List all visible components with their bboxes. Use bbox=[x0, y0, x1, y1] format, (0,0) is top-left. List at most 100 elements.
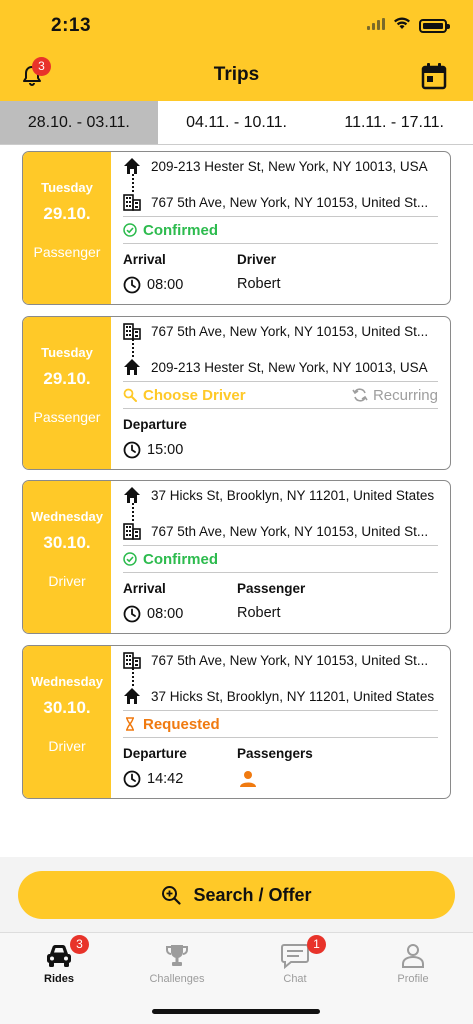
trip-card[interactable]: Wednesday 30.10. Driver 767 5th Ave, New… bbox=[22, 645, 451, 799]
status-icons bbox=[367, 16, 450, 35]
origin-address: 767 5th Ave, New York, NY 10153, United … bbox=[123, 321, 438, 341]
time-label: Departure bbox=[123, 417, 187, 432]
trip-card[interactable]: Tuesday 29.10. Passenger 209-213 Hester … bbox=[22, 151, 451, 305]
divider bbox=[123, 216, 438, 217]
trip-day: Wednesday bbox=[30, 509, 103, 524]
cellular-icon bbox=[367, 17, 385, 35]
origin-address: 37 Hicks St, Brooklyn, NY 11201, United … bbox=[123, 485, 438, 505]
week-tab[interactable]: 04.11. - 10.11. bbox=[157, 101, 316, 144]
clock-icon bbox=[123, 441, 141, 459]
divider bbox=[123, 545, 438, 546]
trip-role: Passenger bbox=[33, 409, 101, 425]
tab-profile[interactable]: Profile bbox=[354, 939, 472, 985]
divider bbox=[123, 572, 438, 573]
tab-rides[interactable]: Rides bbox=[0, 939, 118, 985]
destination-address: 767 5th Ave, New York, NY 10153, United … bbox=[123, 521, 438, 541]
destination-address: 209-213 Hester St, New York, NY 10013, U… bbox=[123, 357, 438, 377]
origin-address: 209-213 Hester St, New York, NY 10013, U… bbox=[123, 156, 438, 176]
destination-address: 767 5th Ave, New York, NY 10153, United … bbox=[123, 192, 438, 212]
route-connector bbox=[132, 503, 134, 521]
home-icon bbox=[123, 157, 141, 175]
trip-date-panel: Tuesday 29.10. Passenger bbox=[23, 152, 111, 304]
clock-icon bbox=[123, 770, 141, 788]
search-offer-button[interactable]: Search / Offer bbox=[18, 871, 455, 919]
tab-label: Profile bbox=[397, 973, 429, 985]
person-label: Driver bbox=[237, 252, 277, 267]
week-tab[interactable]: 28.10. - 03.11. bbox=[0, 101, 158, 144]
trip-time: 14:42 bbox=[123, 770, 183, 788]
tab-label: Rides bbox=[44, 973, 74, 985]
building-icon bbox=[123, 193, 141, 211]
trip-date: 29.10. bbox=[43, 369, 91, 388]
trip-date-panel: Wednesday 30.10. Driver bbox=[23, 646, 111, 798]
passenger-icon bbox=[237, 770, 263, 788]
divider bbox=[123, 737, 438, 738]
week-tabs: 28.10. - 03.11. 04.11. - 10.11. 11.11. -… bbox=[0, 101, 473, 145]
zoom-in-icon bbox=[162, 886, 182, 905]
origin-address: 767 5th Ave, New York, NY 10153, United … bbox=[123, 650, 438, 670]
trip-date: 30.10. bbox=[43, 698, 91, 717]
tab-chat[interactable]: Chat bbox=[236, 939, 354, 985]
tab-label: Chat bbox=[283, 973, 307, 985]
trip-day: Tuesday bbox=[41, 180, 93, 195]
clock-icon bbox=[123, 276, 141, 294]
home-icon bbox=[123, 687, 141, 705]
clock-icon bbox=[123, 605, 141, 623]
person-label: Passenger bbox=[237, 581, 306, 596]
chat-icon bbox=[281, 944, 309, 969]
divider bbox=[123, 710, 438, 711]
home-indicator bbox=[152, 1009, 320, 1014]
check-circle-icon bbox=[123, 223, 137, 237]
divider bbox=[123, 243, 438, 244]
car-icon bbox=[47, 945, 71, 967]
rides-badge: 3 bbox=[70, 935, 89, 954]
trip-time: 08:00 bbox=[123, 276, 183, 294]
person-name: Robert bbox=[237, 276, 281, 292]
trip-card[interactable]: Wednesday 30.10. Driver 37 Hicks St, Bro… bbox=[22, 480, 451, 634]
route-connector bbox=[132, 174, 134, 192]
trip-date-panel: Wednesday 30.10. Driver bbox=[23, 481, 111, 633]
divider bbox=[123, 381, 438, 382]
week-tab[interactable]: 11.11. - 17.11. bbox=[315, 101, 473, 144]
header: 2:13 3 Trips bbox=[0, 0, 473, 101]
recurring-toggle[interactable]: Recurring bbox=[352, 385, 438, 405]
trip-date-panel: Tuesday 29.10. Passenger bbox=[23, 317, 111, 469]
trip-date: 30.10. bbox=[43, 533, 91, 552]
destination-address: 37 Hicks St, Brooklyn, NY 11201, United … bbox=[123, 686, 438, 706]
battery-icon bbox=[419, 18, 450, 33]
divider bbox=[123, 408, 438, 409]
search-icon bbox=[123, 388, 137, 402]
trip-card[interactable]: Tuesday 29.10. Passenger 767 5th Ave, Ne… bbox=[22, 316, 451, 470]
trip-role: Driver bbox=[48, 738, 86, 754]
route-connector bbox=[132, 339, 134, 357]
trip-time: 15:00 bbox=[123, 441, 183, 459]
time-label: Arrival bbox=[123, 581, 166, 596]
trip-role: Passenger bbox=[33, 244, 101, 260]
status-time: 2:13 bbox=[51, 15, 92, 36]
route-connector bbox=[132, 668, 134, 686]
calendar-button[interactable] bbox=[421, 62, 447, 90]
time-label: Arrival bbox=[123, 252, 166, 267]
building-icon bbox=[123, 522, 141, 540]
check-circle-icon bbox=[123, 552, 137, 566]
trip-status: Requested bbox=[123, 714, 438, 734]
tab-challenges[interactable]: Challenges bbox=[118, 939, 236, 985]
trip-day: Wednesday bbox=[30, 674, 103, 689]
profile-icon bbox=[402, 944, 424, 968]
trip-time: 08:00 bbox=[123, 605, 183, 623]
person-name: Robert bbox=[237, 605, 281, 621]
trip-date: 29.10. bbox=[43, 204, 91, 223]
building-icon bbox=[123, 322, 141, 340]
time-label: Departure bbox=[123, 746, 187, 761]
person-label: Passengers bbox=[237, 746, 313, 761]
trip-role: Driver bbox=[48, 573, 86, 589]
home-icon bbox=[123, 358, 141, 376]
wifi-icon bbox=[393, 16, 411, 35]
trip-status: Confirmed bbox=[123, 549, 438, 569]
page-title: Trips bbox=[213, 64, 260, 85]
trip-day: Tuesday bbox=[41, 345, 93, 360]
hourglass-icon bbox=[126, 717, 134, 731]
chat-badge: 1 bbox=[307, 935, 326, 954]
refresh-icon bbox=[352, 388, 368, 402]
calendar-icon bbox=[421, 63, 447, 90]
